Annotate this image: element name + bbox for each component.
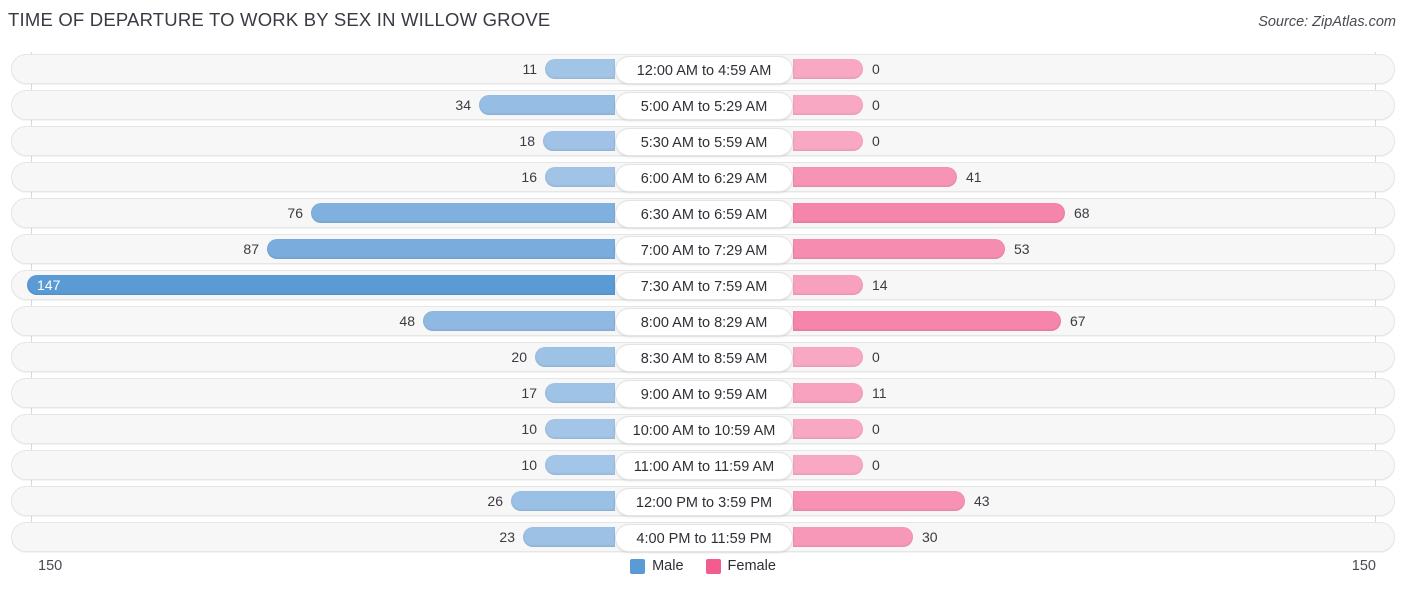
bar-value-female: 14 bbox=[872, 277, 888, 293]
bar-value-female: 0 bbox=[872, 97, 880, 113]
bar-value-female: 53 bbox=[1014, 241, 1030, 257]
table-row[interactable]: 10 0 11:00 AM to 11:59 AM bbox=[11, 450, 1395, 480]
bar-female[interactable] bbox=[793, 491, 965, 511]
bar-value-male: 10 bbox=[521, 457, 537, 473]
category-label: 6:30 AM to 6:59 AM bbox=[615, 200, 793, 228]
bar-female[interactable] bbox=[793, 203, 1065, 223]
category-label: 12:00 PM to 3:59 PM bbox=[615, 488, 793, 516]
table-row[interactable]: 17 11 9:00 AM to 9:59 AM bbox=[11, 378, 1395, 408]
bar-male[interactable] bbox=[545, 59, 615, 79]
bar-male[interactable] bbox=[535, 347, 615, 367]
bar-value-female: 43 bbox=[974, 493, 990, 509]
category-label: 7:00 AM to 7:29 AM bbox=[615, 236, 793, 264]
category-label: 7:30 AM to 7:59 AM bbox=[615, 272, 793, 300]
category-label: 12:00 AM to 4:59 AM bbox=[615, 56, 793, 84]
bar-male[interactable] bbox=[267, 239, 615, 259]
bar-value-male: 23 bbox=[499, 529, 515, 545]
chart-footer: 150 150 Male Female bbox=[0, 552, 1406, 595]
table-row[interactable]: 20 0 8:30 AM to 8:59 AM bbox=[11, 342, 1395, 372]
bar-value-male: 18 bbox=[519, 133, 535, 149]
bar-female[interactable] bbox=[793, 95, 863, 115]
table-row[interactable]: 26 43 12:00 PM to 3:59 PM bbox=[11, 486, 1395, 516]
bar-female[interactable] bbox=[793, 383, 863, 403]
table-row[interactable]: 76 68 6:30 AM to 6:59 AM bbox=[11, 198, 1395, 228]
bar-value-female: 11 bbox=[872, 385, 887, 401]
bar-value-male: 34 bbox=[455, 97, 471, 113]
bar-value-female: 41 bbox=[966, 169, 982, 185]
table-row[interactable]: 11 0 12:00 AM to 4:59 AM bbox=[11, 54, 1395, 84]
bar-female[interactable] bbox=[793, 455, 863, 475]
source-attribution: Source: ZipAtlas.com bbox=[1258, 14, 1396, 30]
category-label: 6:00 AM to 6:29 AM bbox=[615, 164, 793, 192]
bar-value-female: 0 bbox=[872, 133, 880, 149]
bar-male[interactable] bbox=[545, 167, 615, 187]
page-title: TIME OF DEPARTURE TO WORK BY SEX IN WILL… bbox=[8, 9, 551, 30]
bar-male[interactable] bbox=[545, 455, 615, 475]
legend-swatch-icon bbox=[630, 558, 646, 574]
table-row[interactable]: 87 53 7:00 AM to 7:29 AM bbox=[11, 234, 1395, 264]
bar-female[interactable] bbox=[793, 419, 863, 439]
bar-value-female: 68 bbox=[1074, 205, 1090, 221]
category-label: 5:30 AM to 5:59 AM bbox=[615, 128, 793, 156]
category-label: 4:00 PM to 11:59 PM bbox=[615, 524, 793, 552]
table-row[interactable]: 23 30 4:00 PM to 11:59 PM bbox=[11, 522, 1395, 552]
bar-female[interactable] bbox=[793, 527, 913, 547]
legend-item-male[interactable]: Male bbox=[630, 558, 684, 574]
bar-female[interactable] bbox=[793, 275, 863, 295]
bar-male[interactable] bbox=[479, 95, 615, 115]
bar-value-male: 147 bbox=[37, 277, 61, 293]
legend-item-female[interactable]: Female bbox=[705, 558, 776, 574]
bar-value-male: 16 bbox=[521, 169, 537, 185]
category-label: 9:00 AM to 9:59 AM bbox=[615, 380, 793, 408]
bar-value-male: 76 bbox=[287, 205, 303, 221]
bar-value-male: 48 bbox=[399, 313, 415, 329]
bar-value-female: 0 bbox=[872, 457, 880, 473]
bar-male[interactable] bbox=[545, 419, 615, 439]
bar-male[interactable] bbox=[423, 311, 615, 331]
bar-male[interactable] bbox=[523, 527, 615, 547]
table-row[interactable]: 16 41 6:00 AM to 6:29 AM bbox=[11, 162, 1395, 192]
bar-value-male: 87 bbox=[243, 241, 259, 257]
bar-value-male: 17 bbox=[521, 385, 537, 401]
bar-female[interactable] bbox=[793, 311, 1061, 331]
bar-value-female: 67 bbox=[1070, 313, 1086, 329]
bar-value-male: 10 bbox=[521, 421, 537, 437]
bar-female[interactable] bbox=[793, 239, 1005, 259]
bar-value-female: 30 bbox=[922, 529, 938, 545]
bar-female[interactable] bbox=[793, 167, 957, 187]
category-label: 11:00 AM to 11:59 AM bbox=[615, 452, 793, 480]
bar-value-male: 20 bbox=[511, 349, 527, 365]
bar-value-female: 0 bbox=[872, 349, 880, 365]
table-row[interactable]: 34 0 5:00 AM to 5:29 AM bbox=[11, 90, 1395, 120]
bar-value-male: 11 bbox=[522, 61, 537, 77]
category-label: 8:30 AM to 8:59 AM bbox=[615, 344, 793, 372]
table-row[interactable]: 147 14 7:30 AM to 7:59 AM bbox=[11, 270, 1395, 300]
legend-swatch-icon bbox=[705, 558, 721, 574]
legend-label: Male bbox=[652, 558, 684, 574]
bar-value-female: 0 bbox=[872, 421, 880, 437]
bar-male[interactable] bbox=[543, 131, 615, 151]
bar-male[interactable] bbox=[311, 203, 615, 223]
bar-female[interactable] bbox=[793, 131, 863, 151]
legend-label: Female bbox=[727, 558, 776, 574]
bar-male[interactable] bbox=[545, 383, 615, 403]
bar-female[interactable] bbox=[793, 347, 863, 367]
category-label: 5:00 AM to 5:29 AM bbox=[615, 92, 793, 120]
bar-male[interactable] bbox=[27, 275, 615, 295]
category-label: 10:00 AM to 10:59 AM bbox=[615, 416, 793, 444]
table-row[interactable]: 18 0 5:30 AM to 5:59 AM bbox=[11, 126, 1395, 156]
table-row[interactable]: 48 67 8:00 AM to 8:29 AM bbox=[11, 306, 1395, 336]
table-row[interactable]: 10 0 10:00 AM to 10:59 AM bbox=[11, 414, 1395, 444]
bar-value-male: 26 bbox=[487, 493, 503, 509]
chart-plot-area: 11 0 12:00 AM to 4:59 AM 34 0 5:00 AM to 5:29… bbox=[0, 52, 1406, 552]
category-label: 8:00 AM to 8:29 AM bbox=[615, 308, 793, 336]
bar-value-female: 0 bbox=[872, 61, 880, 77]
chart-legend: Male Female bbox=[0, 558, 1406, 574]
bar-female[interactable] bbox=[793, 59, 863, 79]
bar-male[interactable] bbox=[511, 491, 615, 511]
